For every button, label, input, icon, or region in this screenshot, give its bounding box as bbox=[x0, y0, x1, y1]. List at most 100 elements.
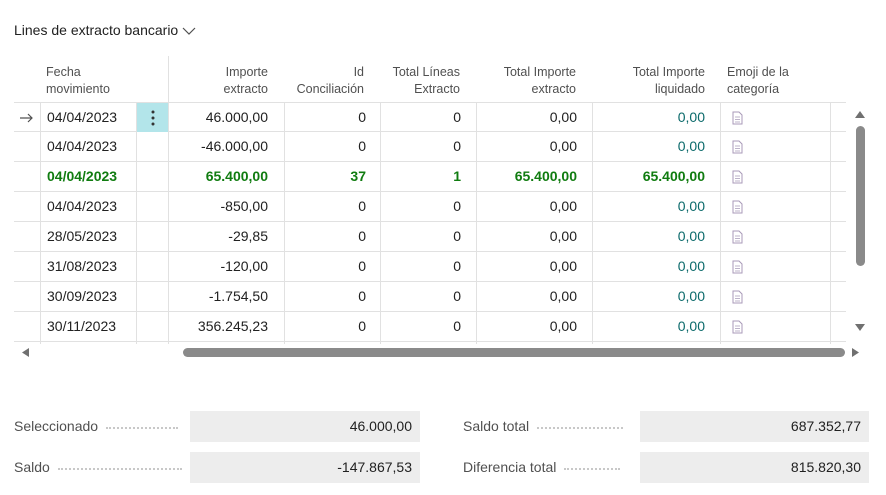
cell-total[interactable]: 65.400,00 bbox=[476, 162, 577, 191]
column-header-fecha[interactable]: Fecha movimiento bbox=[46, 56, 136, 103]
cell-liquidado[interactable]: 0,00 bbox=[592, 132, 705, 161]
cell-total[interactable]: 0,00 bbox=[476, 103, 577, 132]
header-line: Importe bbox=[225, 65, 268, 79]
cell-id[interactable]: 0 bbox=[276, 222, 366, 251]
cell-importe[interactable]: -1.754,50 bbox=[174, 282, 268, 311]
bank-statement-lines-page: Lines de extracto bancario Fecha movimie… bbox=[0, 0, 886, 495]
cell-lineas[interactable]: 0 bbox=[380, 312, 461, 341]
document-icon[interactable] bbox=[732, 111, 743, 125]
header-line: extracto bbox=[531, 82, 576, 96]
cell-fecha[interactable]: 30/09/2023 bbox=[47, 282, 135, 311]
cell-importe[interactable]: 46.000,00 bbox=[174, 103, 268, 132]
header-line: Emoji de la bbox=[727, 65, 789, 79]
table-row[interactable]: 04/04/2023 65.400,00 37 1 65.400,00 65.4… bbox=[14, 162, 846, 192]
label-text: Saldo total bbox=[463, 418, 530, 434]
document-icon[interactable] bbox=[732, 170, 743, 184]
document-icon[interactable] bbox=[732, 290, 743, 304]
cell-lineas[interactable]: 0 bbox=[380, 192, 461, 221]
header-line: Fecha bbox=[46, 65, 81, 79]
section-header[interactable]: Lines de extracto bancario bbox=[14, 22, 196, 38]
cell-id[interactable]: 0 bbox=[276, 252, 366, 281]
cell-fecha[interactable]: 04/04/2023 bbox=[47, 192, 135, 221]
cell-lineas[interactable]: 0 bbox=[380, 282, 461, 311]
cell-liquidado[interactable]: 0,00 bbox=[592, 222, 705, 251]
cell-importe[interactable]: 356.245,23 bbox=[174, 312, 268, 341]
column-header-emoji[interactable]: Emoji de la categoría bbox=[727, 56, 827, 103]
scroll-down-icon[interactable] bbox=[855, 324, 865, 332]
column-header-total-importe[interactable]: Total Importe extracto bbox=[470, 56, 576, 103]
totals-seleccionado-label: Seleccionado bbox=[14, 418, 179, 434]
column-header-id[interactable]: Id Conciliación bbox=[276, 56, 364, 103]
row-menu-button[interactable] bbox=[137, 103, 168, 132]
cell-importe[interactable]: -46.000,00 bbox=[174, 132, 268, 161]
cell-fecha[interactable]: 28/05/2023 bbox=[47, 222, 135, 251]
cell-liquidado[interactable]: 0,00 bbox=[592, 282, 705, 311]
scroll-left-icon[interactable] bbox=[22, 348, 29, 357]
table-row[interactable]: 04/04/2023 -850,00 0 0 0,00 0,00 bbox=[14, 192, 846, 222]
header-line: Total Importe bbox=[503, 65, 576, 79]
cell-lineas[interactable]: 0 bbox=[380, 132, 461, 161]
dot-leader bbox=[106, 427, 179, 429]
cell-total[interactable]: 0,00 bbox=[476, 132, 577, 161]
cell-importe[interactable]: -850,00 bbox=[174, 192, 268, 221]
document-icon[interactable] bbox=[732, 260, 743, 274]
cell-total[interactable]: 0,00 bbox=[476, 282, 577, 311]
cell-id[interactable]: 0 bbox=[276, 103, 366, 132]
cell-id[interactable]: 0 bbox=[276, 132, 366, 161]
column-header-total-lineas[interactable]: Total Líneas Extracto bbox=[374, 56, 460, 103]
cell-lineas[interactable]: 0 bbox=[380, 252, 461, 281]
section-title: Lines de extracto bancario bbox=[14, 22, 179, 38]
vertical-scroll-thumb[interactable] bbox=[856, 126, 865, 266]
table-row[interactable]: 30/09/2023 -1.754,50 0 0 0,00 0,00 bbox=[14, 282, 846, 312]
cell-liquidado[interactable]: 0,00 bbox=[592, 192, 705, 221]
vertical-scrollbar[interactable] bbox=[851, 104, 869, 336]
table-row[interactable]: 31/08/2023 -120,00 0 0 0,00 0,00 bbox=[14, 252, 846, 282]
cell-id[interactable]: 0 bbox=[276, 192, 366, 221]
totals-saldo-total-label: Saldo total bbox=[463, 418, 624, 434]
label-text: Saldo bbox=[14, 459, 50, 475]
table-row[interactable]: 30/11/2023 356.245,23 0 0 0,00 0,00 bbox=[14, 312, 846, 342]
cell-total[interactable]: 0,00 bbox=[476, 312, 577, 341]
cell-importe[interactable]: -29,85 bbox=[174, 222, 268, 251]
arrow-right-icon bbox=[20, 113, 33, 122]
cell-fecha[interactable]: 04/04/2023 bbox=[47, 162, 135, 191]
scroll-up-icon[interactable] bbox=[855, 110, 865, 118]
cell-lineas[interactable]: 0 bbox=[380, 222, 461, 251]
totals-diferencia-total-label: Diferencia total bbox=[463, 459, 621, 475]
header-line: Total Líneas bbox=[392, 65, 460, 79]
cell-importe[interactable]: 65.400,00 bbox=[174, 162, 268, 191]
document-icon[interactable] bbox=[732, 140, 743, 154]
cell-total[interactable]: 0,00 bbox=[476, 252, 577, 281]
cell-liquidado[interactable]: 65.400,00 bbox=[592, 162, 705, 191]
cell-lineas[interactable]: 0 bbox=[380, 103, 461, 132]
cell-liquidado[interactable]: 0,00 bbox=[592, 103, 705, 132]
cell-liquidado[interactable]: 0,00 bbox=[592, 312, 705, 341]
cell-liquidado[interactable]: 0,00 bbox=[592, 252, 705, 281]
cell-fecha[interactable]: 04/04/2023 bbox=[47, 132, 135, 161]
cell-importe[interactable]: -120,00 bbox=[174, 252, 268, 281]
horizontal-scroll-thumb[interactable] bbox=[183, 348, 845, 357]
header-line: extracto bbox=[223, 82, 268, 96]
cell-id[interactable]: 37 bbox=[276, 162, 366, 191]
scroll-right-icon[interactable] bbox=[852, 348, 859, 357]
cell-fecha[interactable]: 30/11/2023 bbox=[47, 312, 135, 341]
column-header-importe[interactable]: Importe extracto bbox=[174, 56, 268, 103]
cell-lineas[interactable]: 1 bbox=[380, 162, 461, 191]
cell-id[interactable]: 0 bbox=[276, 282, 366, 311]
document-icon[interactable] bbox=[732, 320, 743, 334]
document-icon[interactable] bbox=[732, 230, 743, 244]
cell-total[interactable]: 0,00 bbox=[476, 222, 577, 251]
document-icon[interactable] bbox=[732, 200, 743, 214]
cell-id[interactable]: 0 bbox=[276, 312, 366, 341]
header-line: movimiento bbox=[46, 82, 110, 96]
cell-fecha[interactable]: 31/08/2023 bbox=[47, 252, 135, 281]
dot-leader bbox=[57, 468, 182, 470]
table-row[interactable]: 04/04/2023 -46.000,00 0 0 0,00 0,00 bbox=[14, 132, 846, 162]
horizontal-scrollbar[interactable] bbox=[14, 344, 866, 360]
cell-fecha[interactable]: 04/04/2023 bbox=[47, 103, 135, 132]
table-row[interactable]: 28/05/2023 -29,85 0 0 0,00 0,00 bbox=[14, 222, 846, 252]
cell-total[interactable]: 0,00 bbox=[476, 192, 577, 221]
column-header-total-liquidado[interactable]: Total Importe liquidado bbox=[586, 56, 705, 103]
table-row[interactable]: 04/04/2023 46.000,00 0 0 0,00 0,00 bbox=[14, 102, 846, 132]
dot-leader bbox=[564, 468, 621, 470]
